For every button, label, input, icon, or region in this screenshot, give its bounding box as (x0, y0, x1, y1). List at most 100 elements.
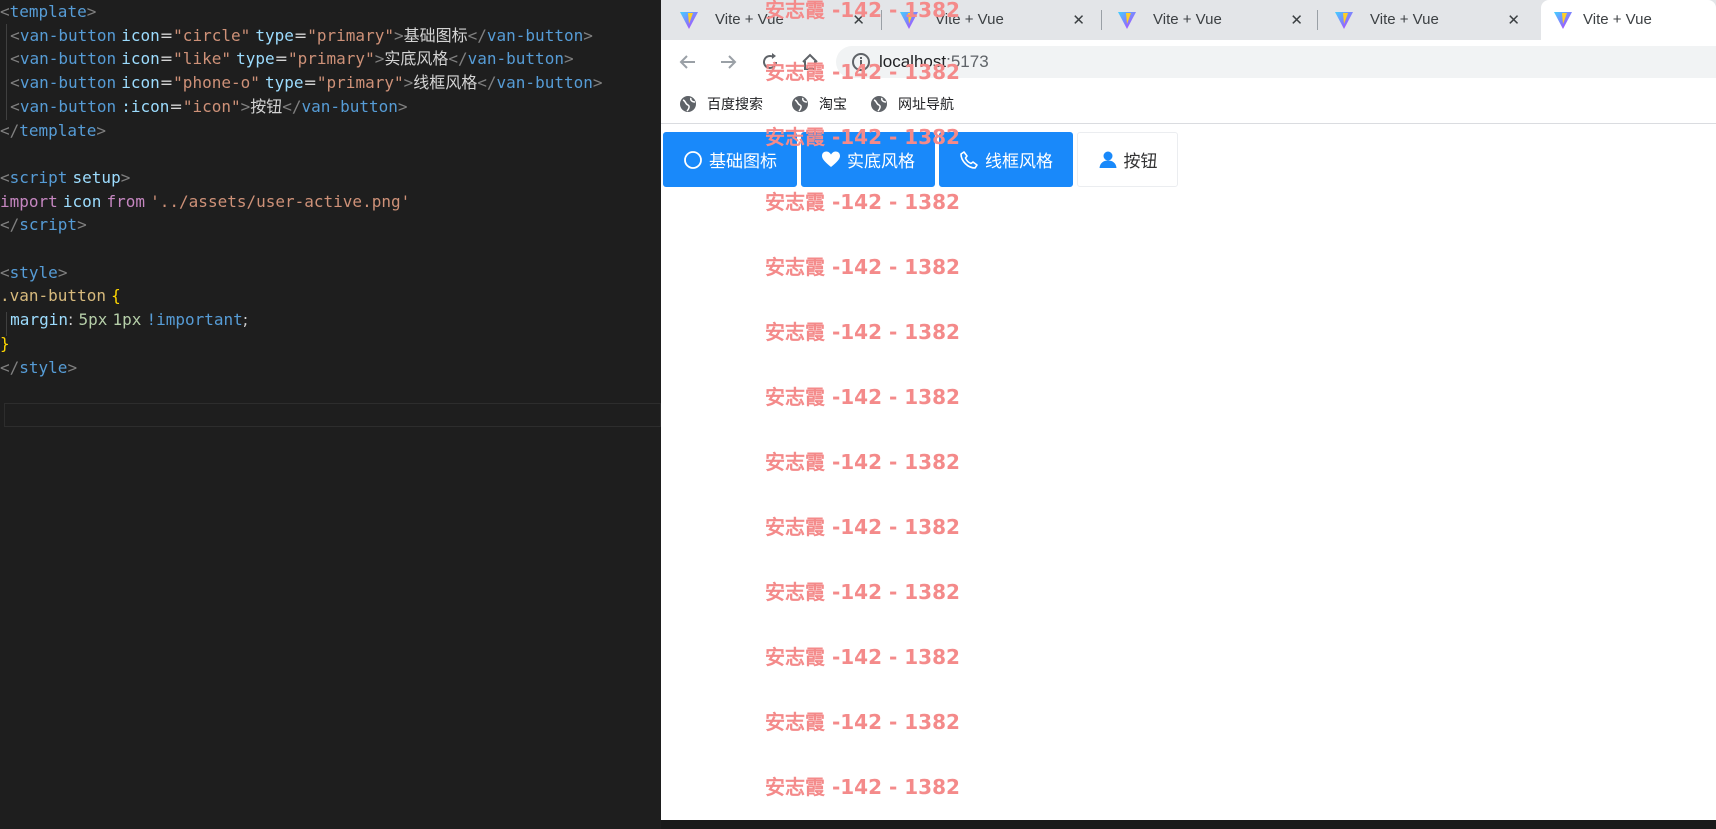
code-token: </ (448, 49, 468, 69)
code-token: template (9, 2, 87, 21)
close-icon[interactable]: ✕ (1507, 0, 1520, 40)
watermark-text: 安志霞 -142 - 1382 (765, 255, 960, 279)
forward-button[interactable] (716, 50, 740, 74)
vite-logo-icon (1118, 12, 1136, 29)
code-token: "primary" (288, 49, 375, 69)
watermark-text: 安志霞 -142 - 1382 (765, 385, 960, 409)
code-line[interactable]: <template> (0, 0, 96, 24)
code-line[interactable]: <van-button icon="like" type="primary">实… (0, 47, 574, 71)
code-token: < (0, 2, 10, 21)
code-token: "primary" (316, 73, 404, 93)
code-token: type (264, 73, 304, 93)
code-token: icon (121, 25, 160, 45)
code-token: </ (282, 96, 302, 116)
bookmark-label: 百度搜索 (707, 97, 763, 113)
code-line[interactable]: </script> (0, 213, 87, 237)
code-token: = (159, 49, 174, 69)
globe-icon (680, 96, 696, 112)
code-token: style (19, 357, 68, 377)
image-icon-button[interactable]: 按钮 (1077, 132, 1178, 187)
bookmark-label: 淘宝 (819, 97, 847, 113)
current-line-highlight (4, 403, 661, 427)
code-line[interactable]: .van-button { (0, 284, 121, 308)
code-token: 5px (78, 310, 108, 330)
code-token: > (67, 357, 78, 377)
code-token: .van-button (0, 286, 106, 306)
bookmark-item[interactable]: 淘宝 (791, 84, 847, 124)
bookmark-item[interactable]: 百度搜索 (679, 84, 763, 124)
code-line[interactable]: margin: 5px 1px !important; (0, 308, 248, 332)
button-label: 基础图标 (709, 152, 777, 172)
close-icon[interactable]: ✕ (1072, 0, 1085, 40)
tab-active[interactable]: Vite + Vue (1541, 0, 1716, 40)
code-token: < (10, 49, 20, 69)
watermark-text: 安志霞 -142 - 1382 (765, 580, 960, 604)
code-token: < (10, 96, 20, 116)
code-token: < (10, 25, 20, 45)
bookmark-label: 网址导航 (898, 97, 954, 113)
tab[interactable]: Vite + Vue ✕ (1099, 0, 1317, 40)
watermark-text: 安志霞 -142 - 1382 (765, 60, 960, 84)
watermark-text: 安志霞 -142 - 1382 (765, 645, 960, 669)
code-line[interactable]: } (0, 332, 10, 356)
code-token: = (159, 25, 174, 45)
code-token: = (303, 73, 317, 93)
browser-window: Vite + Vue ✕ Vite + Vue ✕ Vite + Vue ✕ V… (661, 0, 1716, 820)
code-token: template (19, 120, 97, 140)
code-token: van-button (19, 96, 117, 116)
tab[interactable]: Vite + Vue ✕ (1316, 0, 1534, 40)
code-token: = (159, 73, 174, 93)
code-line[interactable]: <van-button icon="circle" type="primary"… (0, 24, 593, 48)
heart-icon (822, 151, 840, 167)
code-line[interactable]: <script setup> (0, 166, 130, 190)
phone-icon (960, 150, 978, 169)
code-token: : (67, 310, 79, 330)
code-token: > (86, 2, 97, 21)
arrow-right-icon (721, 55, 737, 69)
code-token: icon (62, 191, 102, 211)
code-token: > (563, 49, 574, 69)
code-token: setup (72, 167, 121, 187)
tab-title: Vite + Vue (1153, 11, 1222, 28)
code-token: 实底风格 (384, 49, 449, 69)
code-token: "like" (173, 49, 231, 69)
code-token: van-button (19, 25, 117, 45)
code-token: > (592, 73, 603, 93)
bookmark-item[interactable]: 网址导航 (870, 84, 954, 124)
code-token: > (397, 96, 408, 116)
code-token: van-button (301, 96, 398, 116)
code-editor[interactable]: <template> <van-button icon="circle" typ… (0, 0, 661, 829)
code-token: van-button (19, 49, 117, 69)
code-token: > (77, 215, 87, 235)
back-button[interactable] (676, 50, 700, 74)
code-line[interactable]: import icon from '../assets/user-active.… (0, 190, 410, 214)
code-line[interactable]: <style> (0, 261, 67, 285)
vite-logo-icon (1554, 12, 1572, 29)
code-token: icon (121, 49, 160, 69)
button-label: 实底风格 (847, 152, 915, 172)
tab-title: Vite + Vue (1370, 11, 1439, 28)
code-token: </ (0, 120, 20, 140)
code-token: = (274, 49, 288, 69)
code-token: < (10, 73, 20, 93)
code-token: van-button (467, 49, 564, 69)
code-line[interactable]: <van-button icon="phone-o" type="primary… (0, 71, 603, 95)
code-token: { (111, 286, 121, 306)
code-token: = (293, 25, 308, 45)
code-token: van-button (496, 73, 593, 93)
code-token: > (403, 73, 414, 93)
code-line[interactable]: </template> (0, 119, 106, 143)
code-token: 1px (112, 310, 142, 330)
code-token: icon (121, 73, 160, 93)
code-token: '../assets/user-active.png' (150, 191, 411, 211)
code-line[interactable]: <van-button :icon="icon">按钮</van-button> (0, 95, 408, 119)
close-icon[interactable]: ✕ (1290, 0, 1303, 40)
code-token: 基础图标 (403, 25, 468, 45)
code-token: !important (146, 310, 243, 330)
code-token: import (0, 191, 58, 211)
code-token: < (0, 167, 10, 187)
code-token: > (96, 120, 106, 140)
code-line[interactable]: </style> (0, 356, 77, 380)
